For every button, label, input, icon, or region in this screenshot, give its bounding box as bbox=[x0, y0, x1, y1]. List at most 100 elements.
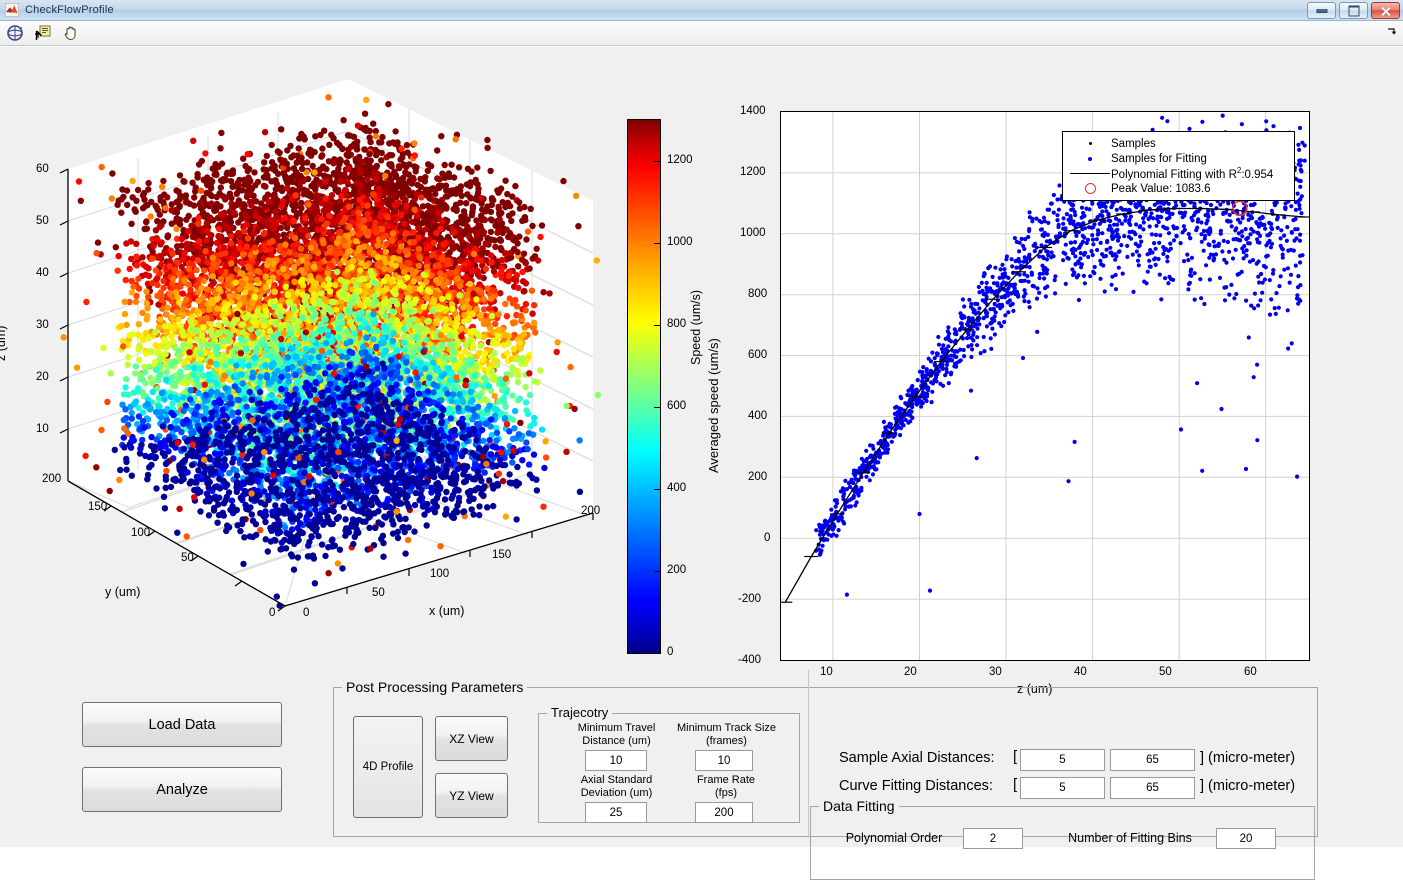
polynomial-order-label: Polynomial Order bbox=[839, 832, 949, 845]
y2-axis-label: Averaged speed (um/s) bbox=[706, 338, 721, 473]
min-travel-distance-label: Minimum Travel Distance (um) bbox=[559, 722, 674, 748]
y-axis-label: y (um) bbox=[105, 585, 140, 599]
window-title: CheckFlowProfile bbox=[25, 4, 114, 16]
z-tick-20: 20 bbox=[36, 371, 49, 383]
x-tick-100: 100 bbox=[430, 568, 449, 580]
window-controls bbox=[1307, 2, 1400, 19]
legend-row-samples-fitting: Samples for Fitting bbox=[1069, 151, 1286, 166]
3d-scatter-canvas bbox=[0, 61, 620, 661]
curve-fitting-distances-label: Curve Fitting Distances: bbox=[839, 778, 993, 794]
rotate-3d-icon[interactable] bbox=[2, 21, 28, 45]
y2-tick-600: 600 bbox=[748, 349, 767, 361]
speed-colorbar: 0 200 400 600 800 1000 1200 Speed (um/s) bbox=[627, 119, 661, 654]
title-bar: CheckFlowProfile bbox=[0, 0, 1403, 21]
sample-bracket-open: [ bbox=[1013, 748, 1017, 765]
y2-tick-m200: -200 bbox=[738, 593, 761, 605]
4d-profile-button[interactable]: 4D Profile bbox=[353, 716, 423, 818]
legend-row-samples: Samples bbox=[1069, 136, 1286, 151]
legend-row-polyfit: Polynomial Fitting with R2:0.954 bbox=[1069, 166, 1286, 181]
sample-axial-unit: ] (micro-meter) bbox=[1200, 750, 1295, 766]
analyze-button[interactable]: Analyze bbox=[82, 767, 282, 812]
client-area: 10 20 30 40 50 60 z (um) 200 150 100 50 … bbox=[0, 46, 1403, 847]
y-tick-150: 150 bbox=[88, 501, 107, 513]
curve-fitting-min-value: 5 bbox=[1059, 782, 1065, 794]
z-tick-30: 30 bbox=[36, 319, 49, 331]
colorbar-tick-200: 200 bbox=[667, 564, 686, 576]
y2-tick-200: 200 bbox=[748, 471, 767, 483]
legend-row-peak: Peak Value: 1083.6 bbox=[1069, 181, 1286, 196]
sample-axial-min-input[interactable]: 5 bbox=[1020, 749, 1105, 771]
frame-rate-label: Frame Rate (fps) bbox=[670, 774, 782, 800]
legend-label-samples: Samples bbox=[1111, 138, 1156, 150]
z-axis-label: z (um) bbox=[0, 326, 8, 361]
xz-view-button[interactable]: XZ View bbox=[435, 716, 508, 761]
curve-fitting-max-input[interactable]: 65 bbox=[1110, 777, 1195, 799]
y2-tick-0: 0 bbox=[764, 532, 770, 544]
y2-tick-800: 800 bbox=[748, 288, 767, 300]
curve-fitting-unit: ] (micro-meter) bbox=[1200, 778, 1295, 794]
min-track-size-input[interactable]: 10 bbox=[695, 750, 753, 771]
colorbar-gradient bbox=[627, 119, 661, 654]
min-track-size-value: 10 bbox=[718, 755, 731, 767]
peak-circle-icon bbox=[1069, 183, 1111, 194]
fitting-bins-input[interactable]: 20 bbox=[1216, 828, 1276, 849]
sample-axial-min-value: 5 bbox=[1059, 754, 1065, 766]
y-tick-200: 200 bbox=[42, 473, 61, 485]
3d-profile-axes: 10 20 30 40 50 60 z (um) 200 150 100 50 … bbox=[0, 61, 620, 661]
colorbar-tick-1000: 1000 bbox=[667, 236, 693, 248]
load-data-label: Load Data bbox=[149, 717, 216, 733]
application-window: CheckFlowProfile bbox=[0, 0, 1403, 847]
fitting-bins-value: 20 bbox=[1240, 833, 1253, 845]
curve-fitting-min-input[interactable]: 5 bbox=[1020, 777, 1105, 799]
pan-hand-icon[interactable] bbox=[58, 21, 84, 45]
y2-tick-400: 400 bbox=[748, 410, 767, 422]
legend-label-polyfit: Polynomial Fitting with R2:0.954 bbox=[1111, 166, 1273, 181]
analyze-label: Analyze bbox=[156, 782, 208, 798]
4d-profile-label: 4D Profile bbox=[363, 761, 414, 773]
frame-rate-input[interactable]: 200 bbox=[695, 802, 753, 823]
polyfit-line-icon bbox=[1069, 173, 1111, 175]
y-tick-100: 100 bbox=[131, 527, 150, 539]
curve-bracket-open: [ bbox=[1013, 776, 1017, 793]
x-tick-150: 150 bbox=[492, 549, 511, 561]
z-tick-10: 10 bbox=[36, 423, 49, 435]
toolbar-overflow-arrow-icon[interactable] bbox=[1385, 25, 1399, 39]
load-data-button[interactable]: Load Data bbox=[82, 702, 282, 747]
colorbar-tick-1200: 1200 bbox=[667, 154, 693, 166]
min-travel-distance-input[interactable]: 10 bbox=[585, 750, 647, 771]
z-tick-50: 50 bbox=[36, 215, 49, 227]
figure-toolbar bbox=[0, 21, 1403, 46]
x-tick-50: 50 bbox=[372, 587, 385, 599]
y2-tick-1200: 1200 bbox=[740, 166, 766, 178]
y2-tick-1000: 1000 bbox=[740, 227, 766, 239]
polynomial-order-value: 2 bbox=[990, 833, 996, 845]
samples-fitting-marker-icon bbox=[1069, 157, 1111, 161]
curve-fitting-max-value: 65 bbox=[1146, 782, 1159, 794]
y2-tick-1400: 1400 bbox=[740, 105, 766, 117]
axial-std-value: 25 bbox=[610, 807, 623, 819]
data-cursor-icon[interactable] bbox=[30, 21, 56, 45]
data-fitting-title: Data Fitting bbox=[819, 798, 899, 814]
sample-axial-max-value: 65 bbox=[1146, 754, 1159, 766]
axial-std-label: Axial Standard Deviation (um) bbox=[559, 774, 674, 800]
z-tick-40: 40 bbox=[36, 267, 49, 279]
trajectory-title: Trajecotry bbox=[547, 705, 612, 721]
colorbar-label: Speed (um/s) bbox=[689, 290, 703, 365]
yz-view-button[interactable]: YZ View bbox=[435, 773, 508, 818]
maximize-button[interactable] bbox=[1339, 2, 1368, 19]
minimize-button[interactable] bbox=[1307, 2, 1336, 19]
x-tick-200: 200 bbox=[581, 505, 600, 517]
colorbar-tick-0: 0 bbox=[667, 646, 673, 658]
polynomial-order-input[interactable]: 2 bbox=[963, 828, 1023, 849]
min-track-size-label: Minimum Track Size (frames) bbox=[664, 722, 789, 748]
close-button[interactable] bbox=[1371, 2, 1400, 19]
samples-marker-icon bbox=[1069, 142, 1111, 145]
axial-std-input[interactable]: 25 bbox=[585, 802, 647, 823]
sample-axial-max-input[interactable]: 65 bbox=[1110, 749, 1195, 771]
min-travel-distance-value: 10 bbox=[610, 755, 623, 767]
sample-axial-distances-label: Sample Axial Distances: bbox=[839, 750, 995, 766]
y-tick-50: 50 bbox=[181, 552, 194, 564]
legend-label-peak: Peak Value: 1083.6 bbox=[1111, 183, 1211, 195]
frame-rate-value: 200 bbox=[714, 807, 733, 819]
x-tick-0: 0 bbox=[303, 607, 309, 619]
